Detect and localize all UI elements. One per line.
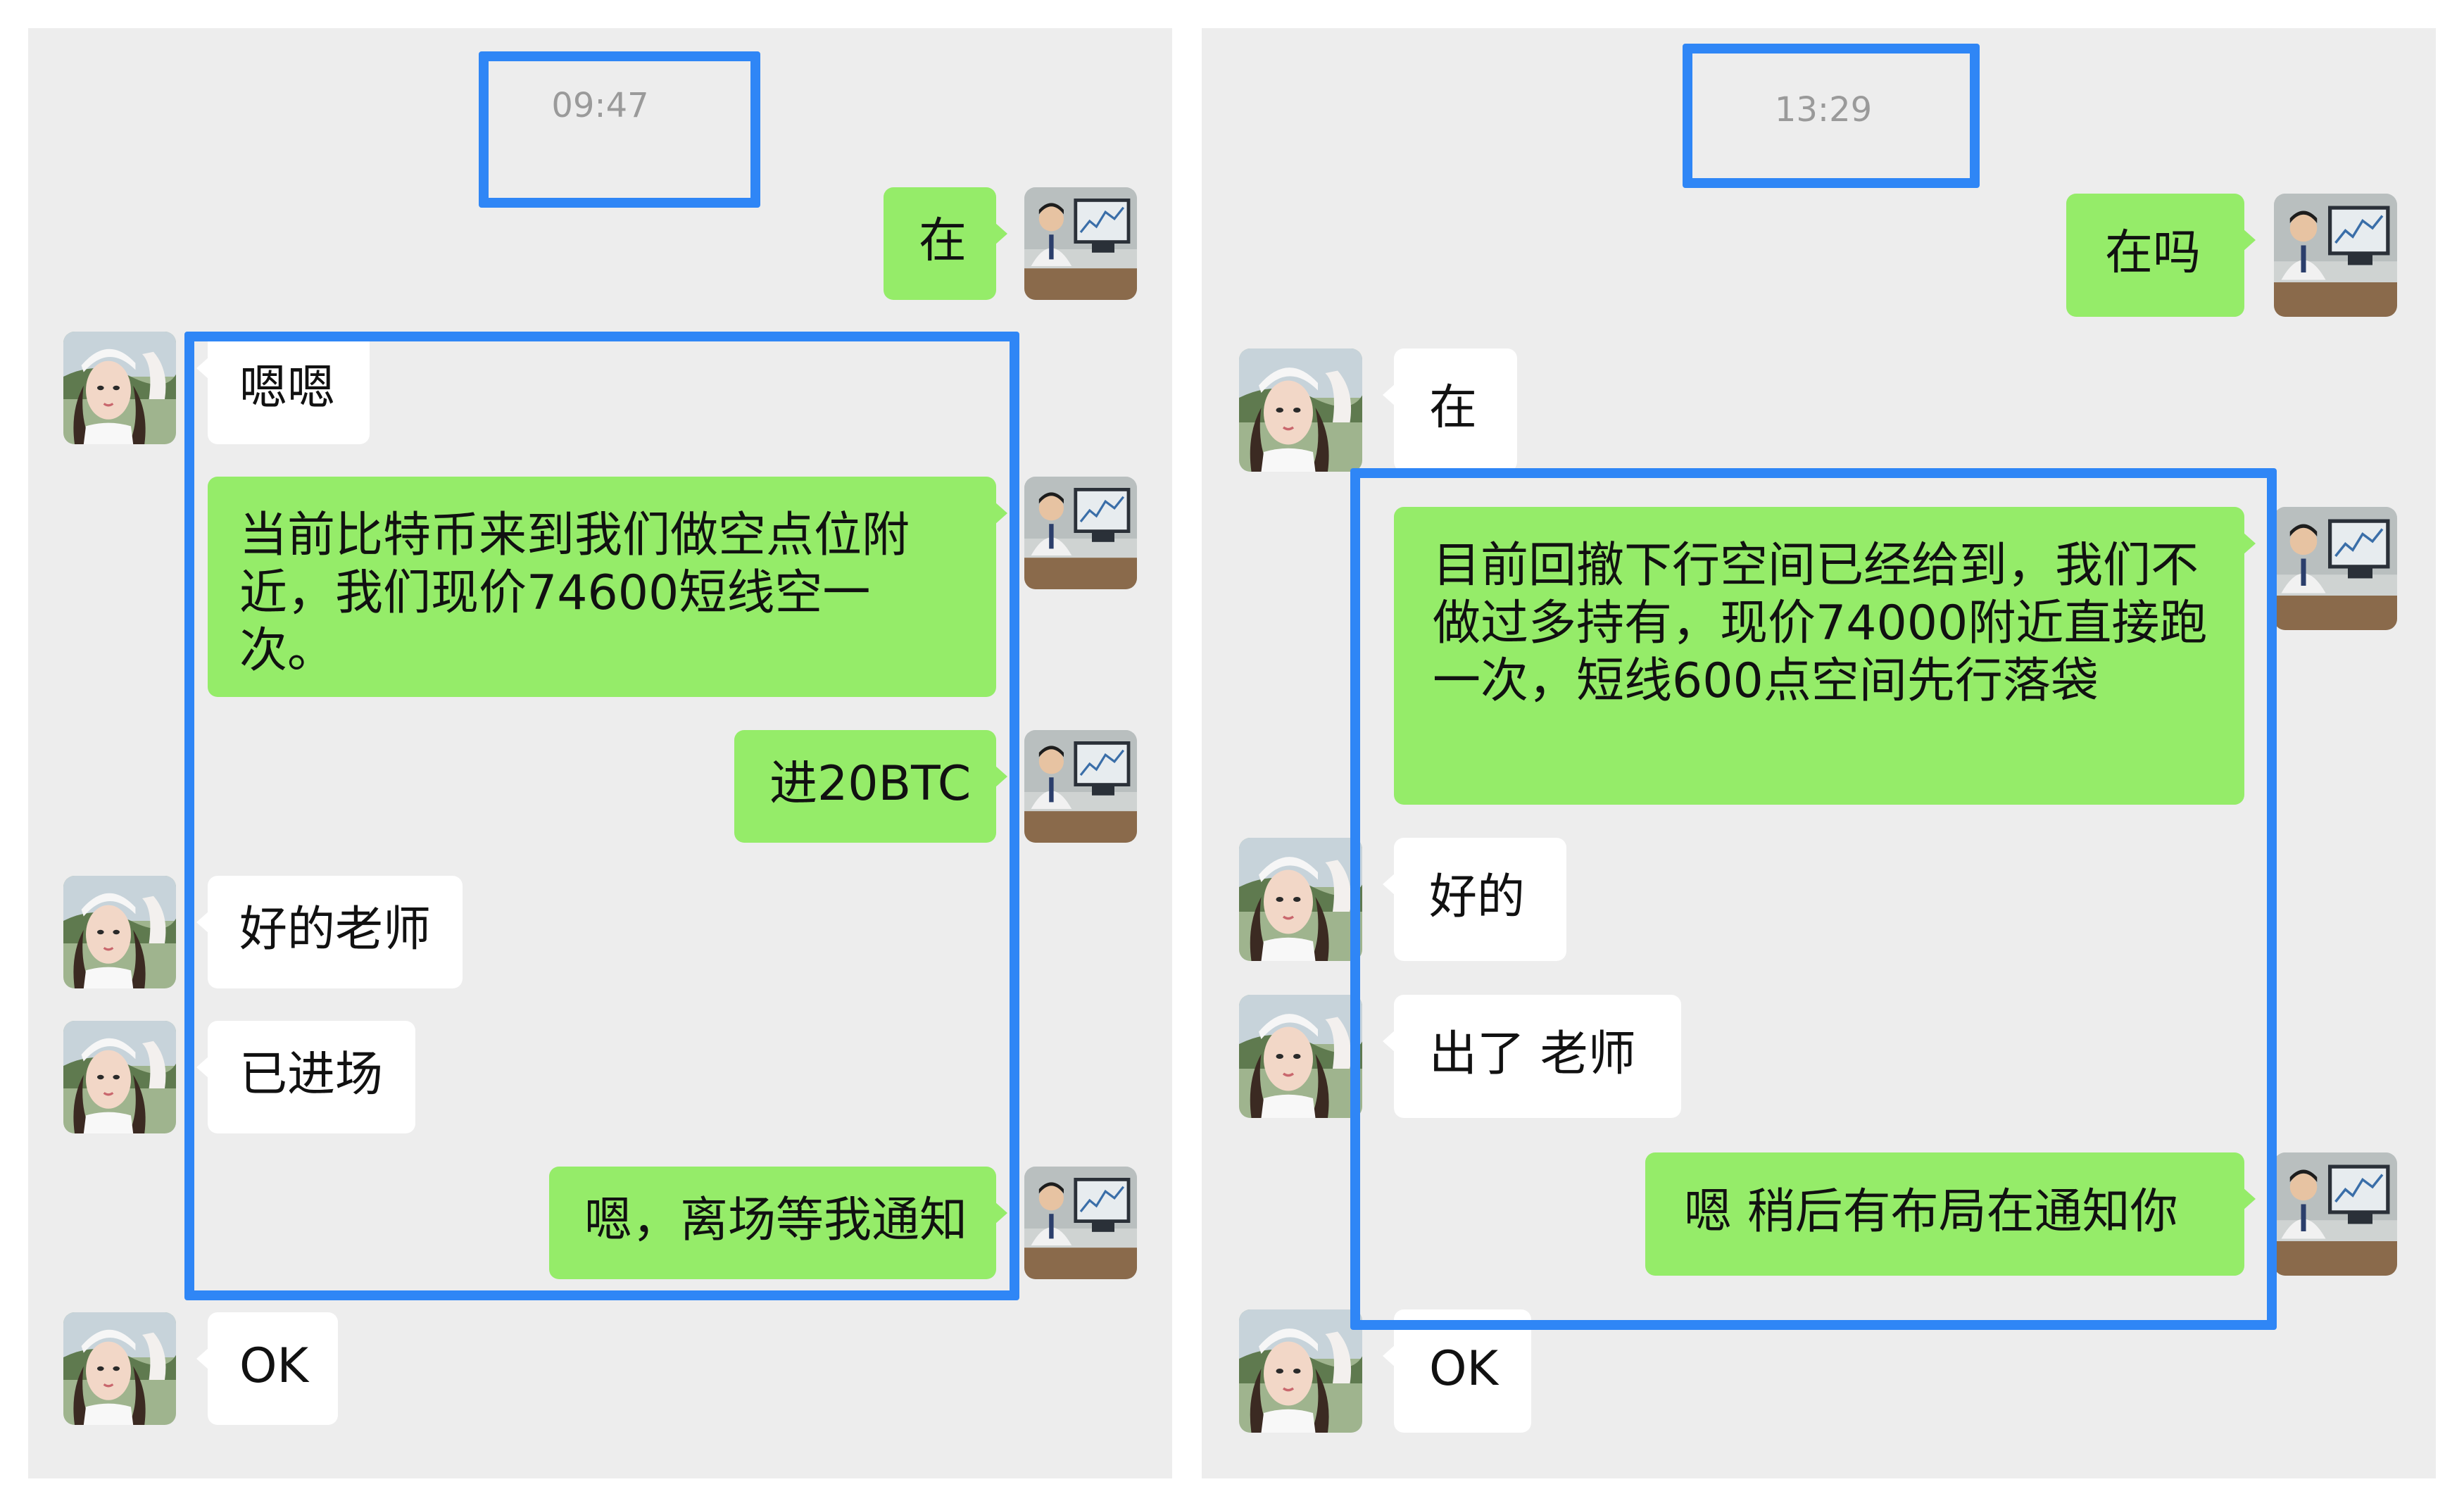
contact-avatar[interactable]: [63, 332, 176, 444]
contact-avatar[interactable]: [1239, 1309, 1362, 1433]
message-bubble-received[interactable]: 好的: [1383, 838, 1566, 961]
contact-avatar[interactable]: [1239, 348, 1362, 472]
message-bubble-received[interactable]: 在: [1383, 348, 1517, 472]
message-bubble-sent[interactable]: 嗯，离场等我通知: [549, 1167, 1007, 1279]
message-bubble-received[interactable]: OK: [196, 1312, 338, 1425]
message-bubble-received[interactable]: 出了 老师: [1383, 995, 1681, 1118]
contact-avatar[interactable]: [1239, 838, 1362, 961]
message-bubble-received[interactable]: OK: [1383, 1309, 1531, 1433]
contact-avatar[interactable]: [63, 1021, 176, 1133]
message-bubble-sent[interactable]: 在: [884, 187, 1007, 300]
message-bubble-sent[interactable]: 目前回撤下行空间已经给到，我们不做过多持有，现价74000附近直接跑一次，短线6…: [1394, 507, 2256, 805]
message-bubble-received[interactable]: 好的老师: [196, 876, 463, 988]
my-avatar[interactable]: [1024, 1167, 1137, 1279]
my-avatar[interactable]: [2274, 507, 2397, 630]
my-avatar[interactable]: [1024, 477, 1137, 589]
message-bubble-sent[interactable]: 嗯 稍后有布局在通知你: [1645, 1152, 2256, 1276]
message-bubble-sent[interactable]: 在吗: [2066, 194, 2256, 317]
right-timestamp: 13:29: [1774, 90, 1873, 130]
message-bubble-received[interactable]: 嗯嗯: [196, 332, 370, 444]
my-avatar[interactable]: [2274, 1152, 2397, 1276]
my-avatar[interactable]: [2274, 194, 2397, 317]
left-timestamp: 09:47: [551, 86, 649, 125]
contact-avatar[interactable]: [63, 876, 176, 988]
message-bubble-sent[interactable]: 当前比特币来到我们做空点位附近，我们现价74600短线空一次。: [208, 477, 1007, 697]
message-bubble-sent[interactable]: 进20BTC: [734, 730, 1007, 843]
contact-avatar[interactable]: [63, 1312, 176, 1425]
my-avatar[interactable]: [1024, 187, 1137, 300]
my-avatar[interactable]: [1024, 730, 1137, 843]
contact-avatar[interactable]: [1239, 995, 1362, 1118]
message-bubble-received[interactable]: 已进场: [196, 1021, 415, 1133]
